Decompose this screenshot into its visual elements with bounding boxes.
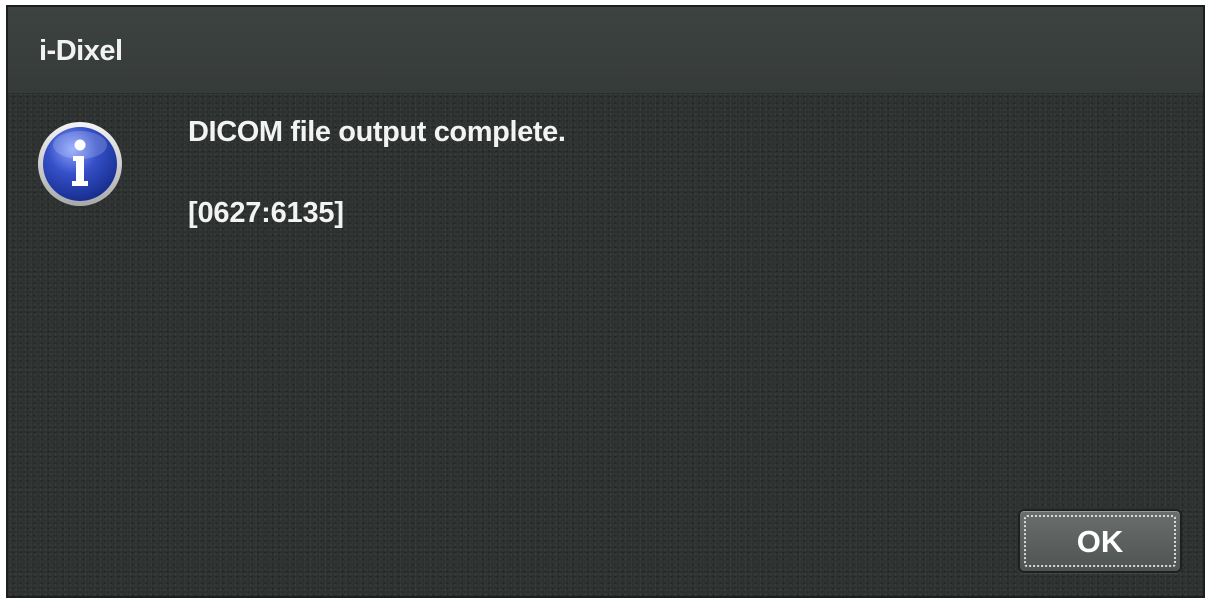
title-bar[interactable]: i-Dixel bbox=[8, 7, 1203, 94]
window-title: i-Dixel bbox=[39, 35, 123, 67]
ok-button-label: OK bbox=[1076, 524, 1124, 559]
info-icon bbox=[37, 121, 123, 207]
dialog-code: [0627:6135] bbox=[188, 197, 344, 229]
ok-button[interactable]: OK bbox=[1018, 509, 1182, 573]
message-dialog: i-Dixel DICOM file output complete. [062… bbox=[6, 5, 1205, 598]
dialog-message: DICOM file output complete. bbox=[188, 116, 566, 148]
